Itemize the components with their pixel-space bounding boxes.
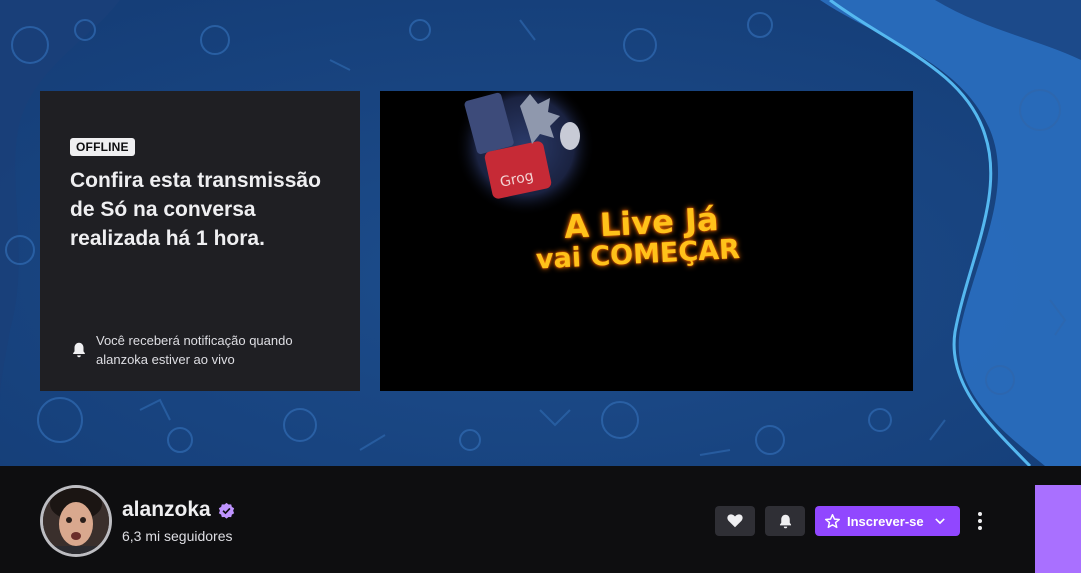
- avatar[interactable]: [40, 485, 112, 557]
- offline-title[interactable]: Confira esta transmissão de Só na conver…: [70, 166, 340, 253]
- subscribe-label: Inscrever-se: [847, 513, 924, 529]
- channel-name[interactable]: alanzoka: [122, 498, 211, 522]
- follower-count: 6,3 mi seguidores: [122, 528, 233, 544]
- subscribe-button[interactable]: Inscrever-se: [815, 506, 960, 536]
- channel-name-row: alanzoka: [122, 498, 235, 522]
- video-preview[interactable]: Grog A Live Já vai COMEÇAR: [380, 91, 913, 391]
- offline-badge: OFFLINE: [70, 138, 135, 156]
- notifications-button[interactable]: [765, 506, 805, 536]
- chevron-down-icon[interactable]: [933, 514, 947, 528]
- side-panel-strip: [1035, 485, 1081, 573]
- star-icon: [824, 513, 841, 528]
- heart-icon: [727, 514, 743, 528]
- more-options-button[interactable]: [970, 508, 990, 534]
- follow-button[interactable]: [715, 506, 755, 536]
- bell-icon: [779, 514, 791, 528]
- notification-info: Você receberá notificação quando alanzok…: [70, 331, 340, 369]
- channel-info-bar: alanzoka 6,3 mi seguidores Inscrever-se: [0, 466, 1035, 573]
- avatar-face-icon: [43, 488, 109, 554]
- verified-badge-icon: [218, 502, 234, 519]
- video-overlay-text: A Live Já vai COMEÇAR: [535, 200, 740, 276]
- offline-card: OFFLINE Confira esta transmissão de Só n…: [40, 91, 360, 391]
- more-vertical-icon: [978, 512, 982, 530]
- notification-text: Você receberá notificação quando alanzok…: [96, 333, 293, 367]
- bell-icon: [73, 342, 85, 358]
